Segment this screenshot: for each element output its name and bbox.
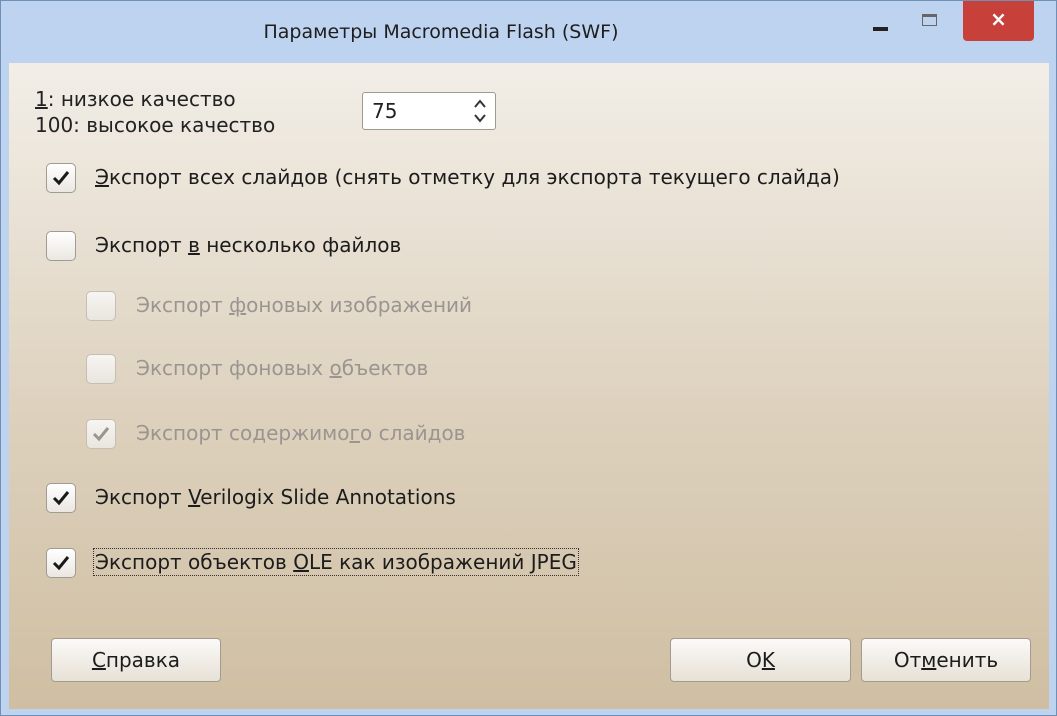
export-multiple-files-label: Экспорт в несколько файлов [95, 233, 402, 257]
maximize-icon [922, 14, 937, 26]
ok-button[interactable]: OK [670, 638, 851, 682]
export-all-slides-label: Экспорт всех слайдов (снять отметку для … [95, 165, 840, 189]
export-background-objects-row[interactable]: Экспорт фоновых объектов [9, 354, 1039, 388]
export-ole-as-jpeg-checkbox[interactable] [46, 548, 76, 578]
quality-value: 75 [372, 99, 398, 123]
dialog-content: 1: низкое качество 100: высокое качество… [9, 63, 1049, 709]
minimize-icon [873, 27, 888, 31]
close-icon: × [990, 7, 1007, 31]
maximize-button[interactable] [905, 1, 955, 41]
export-verilogix-annotations-label: Экспорт Verilogix Slide Annotations [95, 485, 456, 509]
export-background-objects-checkbox[interactable] [86, 354, 116, 384]
title-bar[interactable]: Параметры Macromedia Flash (SWF) × [1, 1, 1056, 63]
export-background-images-label: Экспорт фоновых изображений [136, 293, 473, 317]
export-slide-contents-label: Экспорт содержимого слайдов [136, 421, 466, 445]
quality-high-label: 100: высокое качество [35, 113, 276, 137]
window-title: Параметры Macromedia Flash (SWF) [263, 21, 619, 43]
quality-low-label: 1: низкое качество [35, 87, 236, 111]
dialog-window: Параметры Macromedia Flash (SWF) × 1: ни… [0, 0, 1057, 716]
export-multiple-files-checkbox[interactable] [46, 231, 76, 261]
export-all-slides-row[interactable]: Экспорт всех слайдов (снять отметку для … [9, 163, 1039, 197]
export-background-objects-label: Экспорт фоновых объектов [136, 356, 429, 380]
export-slide-contents-row[interactable]: Экспорт содержимого слайдов [9, 419, 1039, 453]
export-ole-as-jpeg-row[interactable]: Экспорт объектов OLE как изображений JPE… [9, 548, 1039, 582]
export-slide-contents-checkbox[interactable] [86, 419, 116, 449]
help-button[interactable]: Справка [51, 638, 221, 682]
close-button[interactable]: × [963, 1, 1034, 41]
checkmark-icon [52, 491, 70, 506]
checkmark-icon [52, 556, 70, 571]
export-verilogix-annotations-row[interactable]: Экспорт Verilogix Slide Annotations [9, 483, 1039, 517]
export-multiple-files-row[interactable]: Экспорт в несколько файлов [9, 231, 1039, 265]
spin-arrows-icon[interactable] [473, 97, 487, 125]
export-verilogix-annotations-checkbox[interactable] [46, 483, 76, 513]
quality-spinbox[interactable]: 75 [362, 92, 496, 130]
minimize-button[interactable] [859, 1, 901, 41]
checkmark-icon [52, 171, 70, 186]
export-ole-as-jpeg-label: Экспорт объектов OLE как изображений JPE… [93, 548, 579, 576]
export-background-images-checkbox[interactable] [86, 291, 116, 321]
checkmark-icon [92, 427, 110, 442]
export-background-images-row[interactable]: Экспорт фоновых изображений [9, 291, 1039, 325]
export-all-slides-checkbox[interactable] [46, 163, 76, 193]
cancel-button[interactable]: Отменить [861, 638, 1031, 682]
